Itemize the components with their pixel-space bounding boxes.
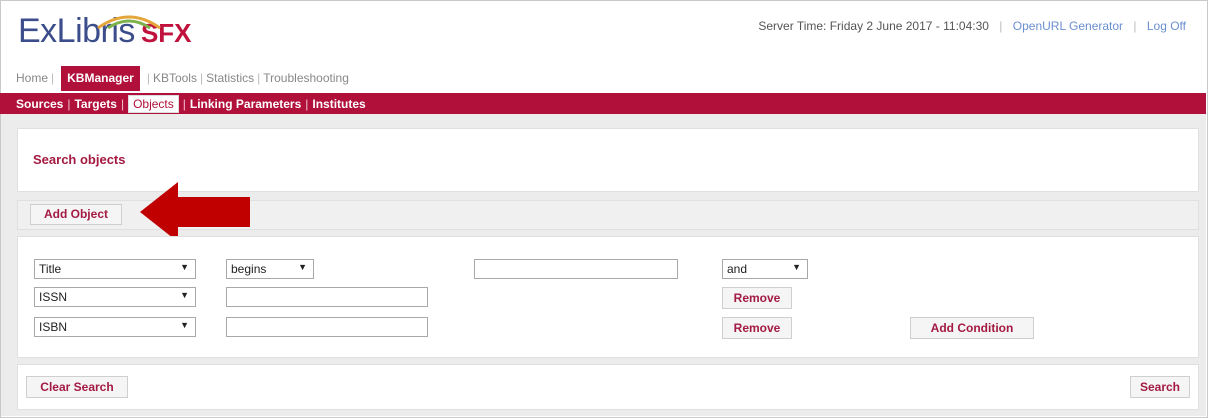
- field-select-isbn[interactable]: ISBN ▼: [34, 317, 196, 337]
- search-actions: Clear Search Search: [17, 364, 1199, 410]
- select-value: and: [727, 262, 748, 276]
- field-select-title[interactable]: Title ▼: [34, 259, 196, 279]
- title-value-input[interactable]: [474, 259, 678, 279]
- sub-nav: Sources | Targets | Objects | Linking Paramete…: [0, 93, 1206, 114]
- dropdown-caret-icon: ▼: [298, 262, 307, 272]
- red-arrow-icon: [140, 182, 250, 242]
- operator-select[interactable]: begins ▼: [226, 259, 314, 279]
- server-time: Server Time: Friday 2 June 2017 - 11:04:…: [758, 19, 989, 33]
- connector-select[interactable]: and ▼: [722, 259, 808, 279]
- issn-value-input[interactable]: [226, 287, 428, 307]
- add-condition-button[interactable]: Add Condition: [910, 317, 1034, 339]
- dropdown-caret-icon: ▼: [792, 262, 801, 272]
- openurl-generator-link[interactable]: OpenURL Generator: [1013, 19, 1123, 33]
- separator: |: [1133, 19, 1137, 33]
- select-value: begins: [231, 262, 267, 276]
- select-value: ISSN: [39, 290, 68, 304]
- main-nav: Home | KBManager | KBTools | Statistics | Troubl…: [16, 66, 349, 91]
- logoff-link[interactable]: Log Off: [1147, 19, 1186, 33]
- dropdown-caret-icon: ▼: [180, 262, 189, 272]
- logo-arc-icon: [97, 15, 161, 30]
- field-select-issn[interactable]: ISSN ▼: [34, 287, 196, 307]
- subnav-targets[interactable]: Targets: [74, 97, 116, 111]
- separator: |: [999, 19, 1003, 33]
- remove-isbn-button[interactable]: Remove: [722, 317, 792, 339]
- remove-issn-button[interactable]: Remove: [722, 287, 792, 309]
- nav-statistics[interactable]: Statistics: [206, 71, 254, 85]
- isbn-value-input[interactable]: [226, 317, 428, 337]
- header-links: Server Time: Friday 2 June 2017 - 11:04:…: [758, 19, 1186, 33]
- dropdown-caret-icon: ▼: [180, 320, 189, 330]
- subnav-institutes[interactable]: Institutes: [312, 97, 365, 111]
- subnav-sources[interactable]: Sources: [16, 97, 63, 111]
- dropdown-caret-icon: ▼: [180, 290, 189, 300]
- page-title: Search objects: [33, 152, 126, 167]
- search-form: Title ▼ begins ▼ and ▼ ISSN ▼ Remove ISB…: [17, 236, 1199, 358]
- clear-search-button[interactable]: Clear Search: [26, 376, 128, 398]
- select-value: ISBN: [39, 320, 68, 334]
- nav-home[interactable]: Home: [16, 71, 48, 85]
- nav-troubleshooting[interactable]: Troubleshooting: [263, 71, 349, 85]
- exlibris-sfx-logo: ExLibris SFX: [18, 12, 192, 51]
- add-object-button[interactable]: Add Object: [30, 204, 122, 225]
- subnav-objects[interactable]: Objects: [128, 95, 179, 113]
- nav-kbmanager[interactable]: KBManager: [61, 66, 140, 91]
- select-value: Title: [39, 262, 62, 276]
- nav-kbtools[interactable]: KBTools: [153, 71, 197, 85]
- search-button[interactable]: Search: [1130, 376, 1190, 398]
- subnav-linking-parameters[interactable]: Linking Parameters: [190, 97, 301, 111]
